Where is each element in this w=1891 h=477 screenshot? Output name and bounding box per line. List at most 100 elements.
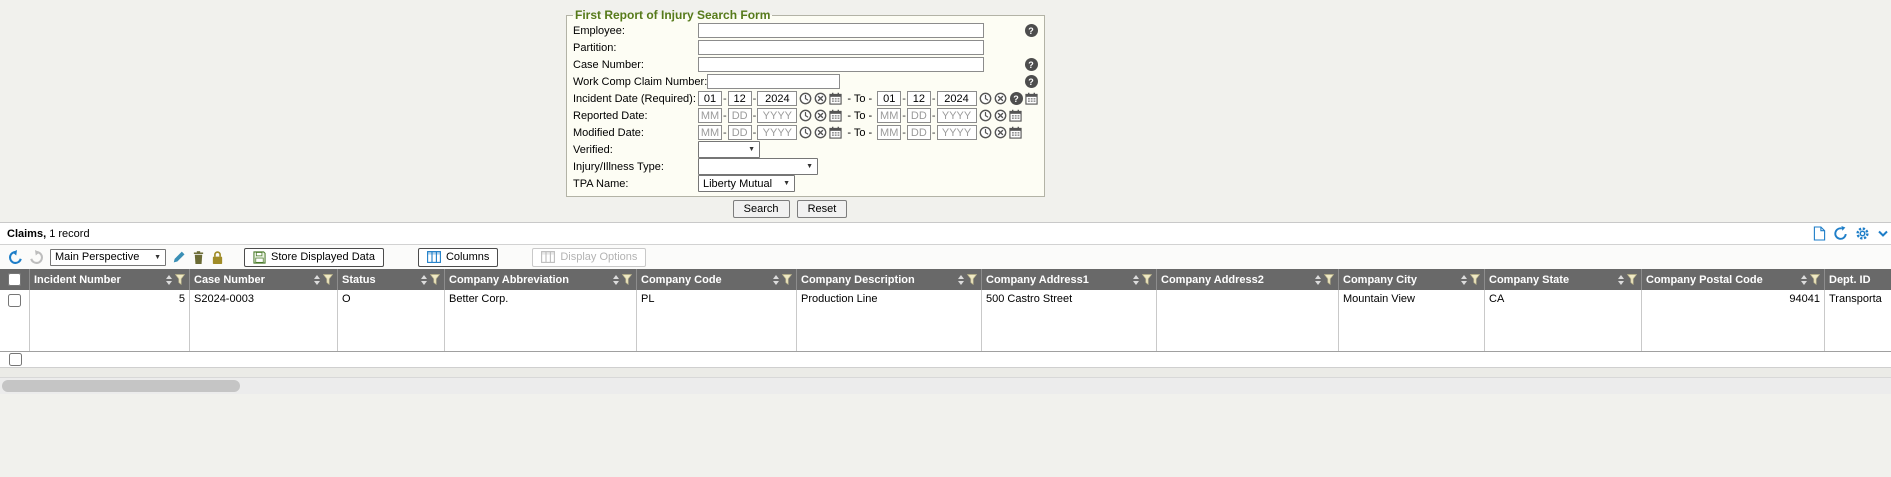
table-row[interactable]: 5S2024-0003OBetter Corp.PLProduction Lin… — [0, 290, 1891, 352]
column-header-dept_id[interactable]: Dept. ID — [1825, 269, 1891, 290]
search-button[interactable]: Search — [733, 200, 790, 218]
filter-funnel-icon[interactable] — [1142, 274, 1152, 285]
horizontal-scrollbar[interactable] — [0, 377, 1891, 394]
sort-icon[interactable] — [1133, 275, 1139, 285]
filter-funnel-icon[interactable] — [1470, 274, 1480, 285]
filter-funnel-icon[interactable] — [1627, 274, 1637, 285]
employee-input[interactable] — [698, 23, 984, 38]
expand-icon[interactable] — [1877, 228, 1889, 240]
reported-from-month-input[interactable] — [698, 108, 722, 123]
clear-date-icon[interactable] — [994, 126, 1007, 139]
column-header-company_description[interactable]: Company Description — [797, 269, 982, 290]
modified-to-month-input[interactable] — [877, 125, 901, 140]
clear-date-icon[interactable] — [814, 92, 827, 105]
filter-funnel-icon[interactable] — [622, 274, 632, 285]
clear-date-icon[interactable] — [814, 126, 827, 139]
case-number-input[interactable] — [698, 57, 984, 72]
work-comp-claim-number-input[interactable] — [707, 74, 840, 89]
help-icon[interactable]: ? — [1025, 24, 1038, 37]
column-header-company_postal_code[interactable]: Company Postal Code — [1642, 269, 1825, 290]
sort-icon[interactable] — [1461, 275, 1467, 285]
calendar-icon[interactable] — [829, 92, 842, 105]
column-header-company_city[interactable]: Company City — [1339, 269, 1485, 290]
help-icon[interactable]: ? — [1010, 92, 1023, 105]
select-all-checkbox[interactable] — [8, 273, 21, 286]
filter-funnel-icon[interactable] — [430, 274, 440, 285]
reported-to-month-input[interactable] — [877, 108, 901, 123]
delete-trash-icon[interactable] — [192, 250, 205, 265]
sort-icon[interactable] — [1801, 275, 1807, 285]
calendar-icon[interactable] — [829, 109, 842, 122]
calendar-icon[interactable] — [1025, 92, 1038, 105]
filter-funnel-icon[interactable] — [175, 274, 185, 285]
incident-from-year-input[interactable] — [757, 91, 797, 106]
columns-button[interactable]: Columns — [418, 248, 498, 267]
clear-date-icon[interactable] — [814, 109, 827, 122]
column-header-company_address1[interactable]: Company Address1 — [982, 269, 1157, 290]
modified-from-month-input[interactable] — [698, 125, 722, 140]
filter-funnel-icon[interactable] — [967, 274, 977, 285]
clock-icon[interactable] — [979, 92, 992, 105]
clock-icon[interactable] — [799, 92, 812, 105]
column-header-incident_number[interactable]: Incident Number — [30, 269, 190, 290]
incident-to-day-input[interactable] — [907, 91, 931, 106]
sort-icon[interactable] — [958, 275, 964, 285]
perspective-select[interactable]: Main Perspective ▼ — [50, 249, 166, 266]
clock-icon[interactable] — [799, 109, 812, 122]
modified-from-day-input[interactable] — [728, 125, 752, 140]
incident-to-year-input[interactable] — [937, 91, 977, 106]
new-document-icon[interactable] — [1813, 226, 1826, 241]
clock-icon[interactable] — [799, 126, 812, 139]
reported-from-year-input[interactable] — [757, 108, 797, 123]
undo-icon[interactable] — [8, 250, 23, 265]
calendar-icon[interactable] — [1009, 126, 1022, 139]
help-icon[interactable]: ? — [1025, 75, 1038, 88]
filter-funnel-icon[interactable] — [782, 274, 792, 285]
tpa-name-select[interactable]: Liberty Mutual ▼ — [698, 175, 795, 192]
column-header-status[interactable]: Status — [338, 269, 445, 290]
clock-icon[interactable] — [979, 126, 992, 139]
reported-to-year-input[interactable] — [937, 108, 977, 123]
help-icon[interactable]: ? — [1025, 58, 1038, 71]
clear-date-icon[interactable] — [994, 92, 1007, 105]
incident-to-month-input[interactable] — [877, 91, 901, 106]
modified-to-day-input[interactable] — [907, 125, 931, 140]
scrollbar-thumb[interactable] — [2, 380, 240, 392]
clock-icon[interactable] — [979, 109, 992, 122]
incident-from-month-input[interactable] — [698, 91, 722, 106]
reset-button[interactable]: Reset — [797, 200, 848, 218]
settings-gear-icon[interactable] — [1855, 226, 1870, 241]
row-checkbox[interactable] — [8, 294, 21, 307]
column-header-case_number[interactable]: Case Number — [190, 269, 338, 290]
sort-icon[interactable] — [773, 275, 779, 285]
partition-input[interactable] — [698, 40, 984, 55]
filter-funnel-icon[interactable] — [1810, 274, 1820, 285]
reported-to-day-input[interactable] — [907, 108, 931, 123]
incident-from-day-input[interactable] — [728, 91, 752, 106]
clear-date-icon[interactable] — [994, 109, 1007, 122]
new-row-checkbox[interactable] — [9, 353, 22, 366]
sort-icon[interactable] — [314, 275, 320, 285]
calendar-icon[interactable] — [829, 126, 842, 139]
column-header-company_state[interactable]: Company State — [1485, 269, 1642, 290]
column-header-company_code[interactable]: Company Code — [637, 269, 797, 290]
lock-icon[interactable] — [211, 250, 224, 265]
refresh-icon[interactable] — [1833, 226, 1848, 241]
column-header-company_abbreviation[interactable]: Company Abbreviation — [445, 269, 637, 290]
modified-from-year-input[interactable] — [757, 125, 797, 140]
verified-select[interactable]: ▼ — [698, 141, 760, 158]
filter-funnel-icon[interactable] — [323, 274, 333, 285]
store-displayed-data-button[interactable]: Store Displayed Data — [244, 248, 384, 267]
edit-pencil-icon[interactable] — [172, 250, 186, 264]
column-header-company_address2[interactable]: Company Address2 — [1157, 269, 1339, 290]
sort-icon[interactable] — [1315, 275, 1321, 285]
sort-icon[interactable] — [1618, 275, 1624, 285]
modified-to-year-input[interactable] — [937, 125, 977, 140]
sort-icon[interactable] — [421, 275, 427, 285]
filter-funnel-icon[interactable] — [1324, 274, 1334, 285]
sort-icon[interactable] — [613, 275, 619, 285]
injury-illness-type-select[interactable]: ▼ — [698, 158, 818, 175]
calendar-icon[interactable] — [1009, 109, 1022, 122]
sort-icon[interactable] — [166, 275, 172, 285]
reported-from-day-input[interactable] — [728, 108, 752, 123]
